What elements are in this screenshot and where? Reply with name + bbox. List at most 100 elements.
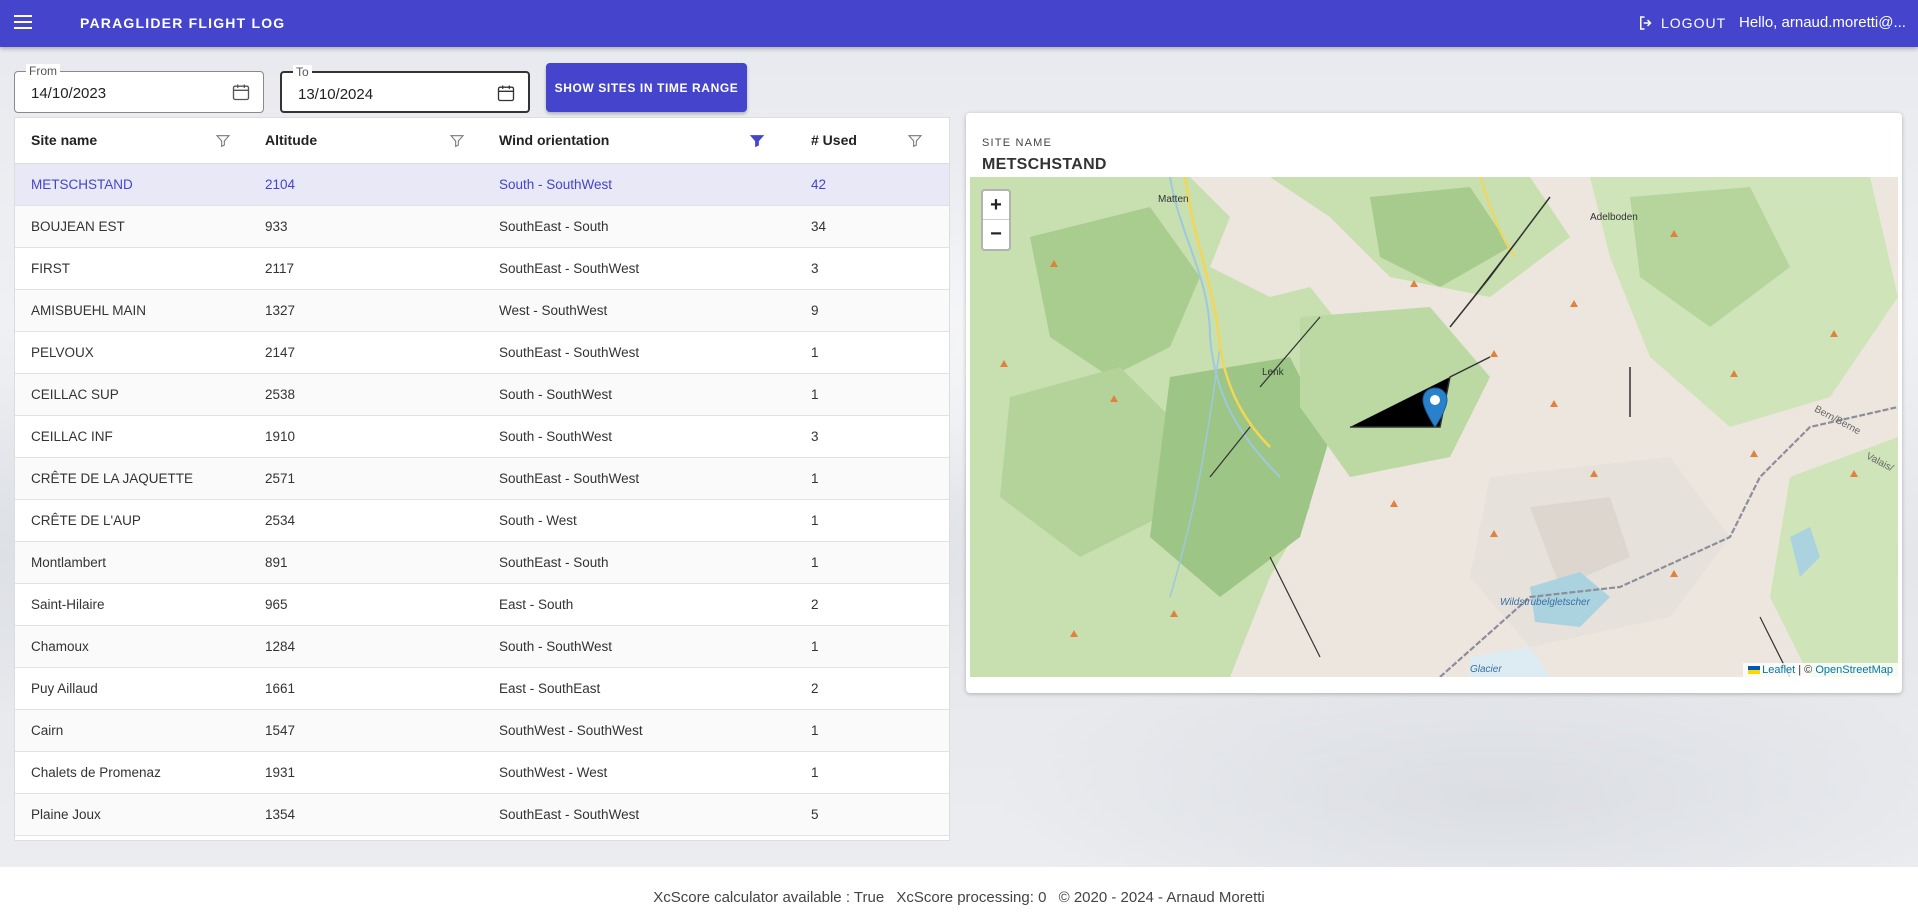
from-date-input[interactable]: 14/10/2023 [31,85,106,102]
table-row[interactable]: Saint-Hilaire 965 East - South 2 [15,583,949,626]
menu-icon[interactable] [12,12,34,34]
filter-icon[interactable] [907,133,923,149]
table-row[interactable]: CRÊTE DE L'AUP 2534 South - West 1 [15,499,949,542]
used-count-cell: 1 [795,709,949,752]
filter-active-icon[interactable] [749,133,765,149]
table-row[interactable]: FIRST 2117 SouthEast - SouthWest 3 [15,247,949,290]
table-row[interactable]: Chalets de Promenaz 1931 SouthWest - West 1 [15,751,949,794]
used-count-cell: 3 [795,415,949,458]
altitude-cell: 2538 [249,373,483,416]
site-name-cell: METSCHSTAND [15,163,249,206]
altitude-cell: 2534 [249,499,483,542]
show-sites-button[interactable]: SHOW SITES IN TIME RANGE [546,63,747,112]
wind-orientation-cell: South - SouthWest [483,415,795,458]
wind-orientation-cell: SouthEast - SouthWest [483,793,795,836]
wind-orientation-cell: SouthEast - SouthWest [483,457,795,500]
wind-orientation-cell: South - SouthWest [483,163,795,206]
leaflet-link[interactable]: Leaflet [1762,664,1795,676]
used-count-cell: 5 [795,793,949,836]
altitude-cell: 965 [249,583,483,626]
column-header-site-name[interactable]: Site name [15,118,249,164]
altitude-cell: 2117 [249,247,483,290]
zoom-in-button[interactable]: + [983,191,1009,220]
calendar-icon[interactable] [496,83,516,103]
table-row[interactable]: Cairn 1547 SouthWest - SouthWest 1 [15,709,949,752]
footer: XcScore calculator available : True XcSc… [0,867,1918,923]
site-name-cell: CEILLAC SUP [15,373,249,416]
column-header-used[interactable]: # Used [795,118,949,164]
map-label: Adelboden [1590,212,1638,223]
site-name-cell: CRÊTE DE LA JAQUETTE [15,457,249,500]
site-name-cell: CRÊTE DE L'AUP [15,499,249,542]
zoom-out-button[interactable]: − [983,220,1009,249]
filter-icon[interactable] [215,133,231,149]
column-header-wind-orientation[interactable]: Wind orientation [483,118,795,164]
map-zoom-control: + − [981,189,1011,251]
used-count-cell: 1 [795,499,949,542]
table-row[interactable]: METSCHSTAND 2104 South - SouthWest 42 [15,163,949,206]
wind-orientation-cell: South - SouthWest [483,373,795,416]
calendar-icon[interactable] [231,82,251,102]
logout-button[interactable]: LOGOUT [1637,14,1726,32]
wind-orientation-cell: East - South [483,583,795,626]
site-map[interactable]: Matten Adelboden Lenk Wildstrubelgletsch… [970,177,1898,677]
openstreetmap-link[interactable]: OpenStreetMap [1815,664,1893,676]
used-count-cell: 2 [795,583,949,626]
table-row[interactable]: Chamoux 1284 South - SouthWest 1 [15,625,949,668]
column-header-altitude[interactable]: Altitude [249,118,483,164]
site-name-cell: Chamoux [15,625,249,668]
site-name-value: METSCHSTAND [982,156,1107,173]
from-date-field[interactable]: From 14/10/2023 [14,64,264,113]
wind-orientation-cell: South - West [483,499,795,542]
used-count-cell: 1 [795,751,949,794]
wind-orientation-cell: SouthEast - SouthWest [483,247,795,290]
wind-orientation-cell: SouthWest - West [483,751,795,794]
site-name-cell: BOUJEAN EST [15,205,249,248]
map-label: Glacier [1470,664,1502,675]
altitude-cell: 933 [249,205,483,248]
to-date-input[interactable]: 13/10/2024 [298,86,373,103]
map-label: Matten [1158,194,1189,205]
used-count-cell: 9 [795,289,949,332]
site-name-cell: PELVOUX [15,331,249,374]
xcscore-processing-status: XcScore processing: 0 [896,889,1047,906]
altitude-cell: 2571 [249,457,483,500]
table-row[interactable]: Puy Aillaud 1661 East - SouthEast 2 [15,667,949,710]
wind-orientation-cell: SouthWest - SouthWest [483,709,795,752]
used-count-cell: 1 [795,541,949,584]
site-name-cell: Plaine Joux [15,793,249,836]
site-name-cell: Chalets de Promenaz [15,751,249,794]
map-label: Lenk [1262,367,1284,378]
used-count-cell: 34 [795,205,949,248]
table-row[interactable]: BOUJEAN EST 933 SouthEast - South 34 [15,205,949,248]
logout-label: LOGOUT [1661,15,1727,31]
table-row[interactable]: CEILLAC SUP 2538 South - SouthWest 1 [15,373,949,416]
site-name-cell: CEILLAC INF [15,415,249,458]
table-row[interactable]: CRÊTE DE LA JAQUETTE 2571 SouthEast - Sout… [15,457,949,500]
sites-table: Site name Altitude Wind orientation # Us… [14,117,950,841]
app-title: PARAGLIDER FLIGHT LOG [80,15,286,31]
site-name-cell: Saint-Hilaire [15,583,249,626]
altitude-cell: 1931 [249,751,483,794]
user-greeting[interactable]: Hello, arnaud.moretti@... [1739,14,1906,31]
xcscore-calculator-status: XcScore calculator available : True [653,889,885,906]
table-row[interactable]: PELVOUX 2147 SouthEast - SouthWest 1 [15,331,949,374]
column-label: Altitude [265,132,318,149]
filter-icon[interactable] [449,133,465,149]
table-row[interactable]: Montlambert 891 SouthEast - South 1 [15,541,949,584]
wind-orientation-cell: SouthEast - South [483,541,795,584]
app-bar: PARAGLIDER FLIGHT LOG LOGOUT Hello, arna… [0,0,1918,47]
table-row[interactable]: AMISBUEHL MAIN 1327 West - SouthWest 9 [15,289,949,332]
wind-orientation-cell: SouthEast - South [483,205,795,248]
map-marker-icon[interactable] [1422,387,1448,429]
wind-orientation-cell: SouthEast - SouthWest [483,331,795,374]
used-count-cell: 2 [795,667,949,710]
altitude-cell: 1661 [249,667,483,710]
used-count-cell: 1 [795,373,949,416]
table-row[interactable]: Plaine Joux 1354 SouthEast - SouthWest 5 [15,793,949,836]
table-row[interactable]: CEILLAC INF 1910 South - SouthWest 3 [15,415,949,458]
altitude-cell: 1547 [249,709,483,752]
to-date-field[interactable]: To 13/10/2024 [280,65,530,113]
attribution-separator: | © [1795,664,1816,676]
site-name-caption: SITE NAME [982,137,1053,149]
